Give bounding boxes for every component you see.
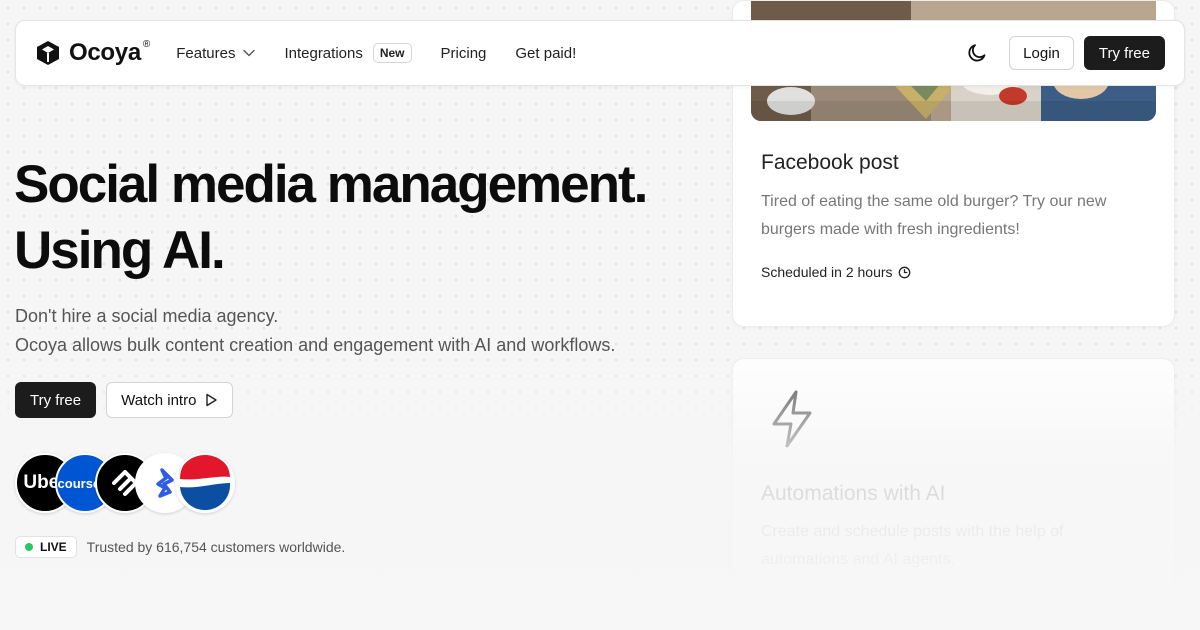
nav-try-free-button[interactable]: Try free (1083, 36, 1165, 70)
moon-icon[interactable] (966, 42, 988, 64)
trusted-row: LIVE Trusted by 616,754 customers worldw… (15, 536, 345, 558)
facebook-post-title: Facebook post (761, 151, 899, 174)
nav-link-pricing[interactable]: Pricing (441, 45, 487, 62)
brand-name: Ocoya (69, 39, 141, 66)
hero-try-free-button[interactable]: Try free (15, 382, 97, 418)
nav-links: Features Integrations New Pricing Get pa… (176, 43, 576, 63)
hero-title-line-2: Using AI. (14, 221, 226, 280)
customer-logos: Uber coursera (15, 453, 245, 515)
cube-logo-icon (37, 41, 59, 65)
live-badge: LIVE (15, 536, 77, 558)
pepsi-globe-icon (178, 455, 232, 511)
lightning-bolt-icon (772, 390, 812, 448)
live-dot-icon (25, 543, 33, 551)
new-badge: New (372, 43, 412, 63)
trusted-text: Trusted by 616,754 customers worldwide. (86, 539, 346, 555)
hero-subtitle-line-2: Ocoya allows bulk content creation and e… (15, 335, 616, 355)
nav-link-integrations[interactable]: Integrations New (284, 43, 412, 63)
nav-link-get-paid-label: Get paid! (515, 44, 577, 62)
ocoya-logo[interactable]: Ocoya ® (35, 39, 150, 67)
hero-cta-group: Try free Watch intro (15, 382, 234, 418)
registered-mark: ® (142, 38, 151, 50)
watch-intro-label: Watch intro (121, 391, 197, 409)
automations-text: Create and schedule posts with the help … (761, 523, 1064, 568)
scheduled-status: Scheduled in 2 hours (761, 264, 911, 280)
nav-link-features-label: Features (176, 44, 236, 62)
hero-title: Social media management. Using AI. (14, 152, 694, 284)
automations-title: Automations with AI (761, 482, 946, 505)
hero-title-line-1: Social media management. (14, 155, 648, 214)
facebook-post-text: Tired of eating the same old burger? Try… (761, 193, 1107, 238)
play-icon (206, 393, 218, 407)
nav-link-features[interactable]: Features (176, 44, 256, 62)
hero-subtitle: Don't hire a social media agency. Ocoya … (15, 302, 615, 360)
pepsi-logo (175, 453, 235, 513)
nav-link-get-paid[interactable]: Get paid! (515, 45, 576, 62)
live-label: LIVE (40, 540, 67, 554)
login-button[interactable]: Login (1009, 36, 1074, 70)
chevron-down-icon (243, 49, 256, 57)
watch-intro-button[interactable]: Watch intro (106, 382, 234, 418)
nav-actions: Login Try free (966, 36, 1165, 70)
automations-card: Automations with AI Create and schedule … (732, 358, 1175, 608)
nav-link-integrations-label: Integrations (284, 44, 363, 62)
top-navigation: Ocoya ® Features Integrations New Pricin… (15, 20, 1185, 86)
hero-subtitle-line-1: Don't hire a social media agency. (15, 306, 279, 326)
clock-icon (898, 266, 910, 278)
nav-link-pricing-label: Pricing (440, 44, 487, 62)
scheduled-label: Scheduled in 2 hours (761, 264, 893, 280)
